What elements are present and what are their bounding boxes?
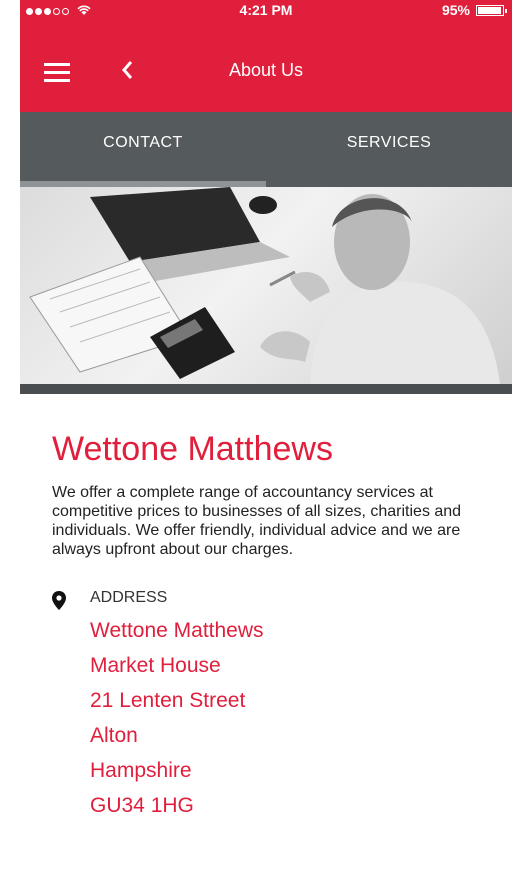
tab-services[interactable]: SERVICES <box>266 112 512 187</box>
address-section: ADDRESS Wettone Matthews Market House 21… <box>52 589 492 823</box>
status-time: 4:21 PM <box>239 2 293 18</box>
company-description: We offer a complete range of accountancy… <box>52 484 462 558</box>
battery-percent: 95% <box>441 2 470 18</box>
address-line: 21 Lenten Street <box>90 689 246 712</box>
address-line: Market House <box>90 654 221 677</box>
status-bar: 4:21 PM 95% <box>20 0 512 20</box>
hero-photo <box>29 187 500 384</box>
hero-divider <box>20 384 512 394</box>
contact-content: Wettone Matthews We offer a complete ran… <box>52 420 492 823</box>
address-block: ADDRESS Wettone Matthews Market House 21… <box>90 589 264 823</box>
address-line: Alton <box>90 724 138 747</box>
page-title: About Us <box>228 60 304 80</box>
address-line: GU34 1HG <box>90 794 194 817</box>
tab-contact[interactable]: CONTACT <box>20 112 266 187</box>
app-header: About Us <box>20 20 512 112</box>
battery-icon <box>476 4 507 16</box>
hero-image <box>20 187 512 384</box>
address-line: Wettone Matthews <box>90 619 264 642</box>
map-pin-icon <box>52 589 70 823</box>
address-label: ADDRESS <box>90 589 168 606</box>
battery-area: 95% <box>441 2 507 18</box>
address-line: Hampshire <box>90 759 192 782</box>
phone-screen: 4:21 PM 95% About Us CONTACT SERVICES We… <box>20 0 512 875</box>
tab-bar: CONTACT SERVICES <box>20 112 512 187</box>
company-name: Wettone Matthews <box>52 430 333 468</box>
